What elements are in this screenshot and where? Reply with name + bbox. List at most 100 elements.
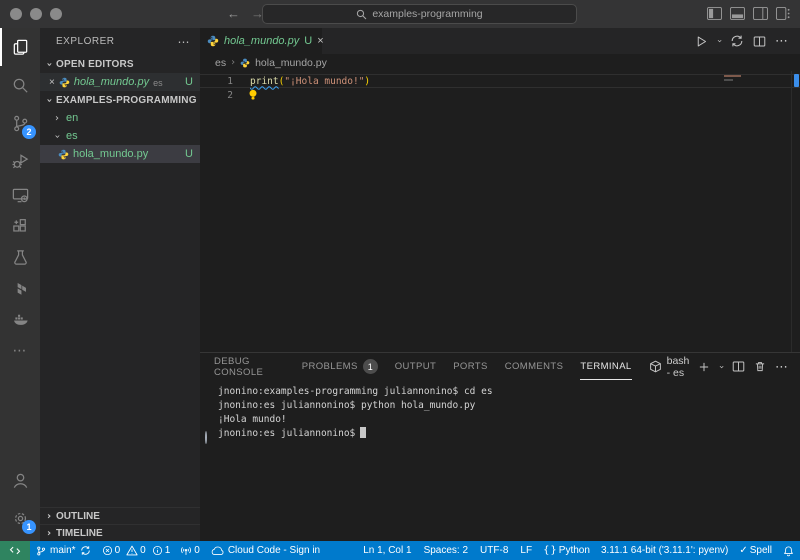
command-success-decoration[interactable]: [205, 399, 218, 403]
toggle-secondary-sidebar-icon[interactable]: [753, 7, 768, 20]
restart-icon[interactable]: [730, 34, 744, 48]
status-bar: main* 0 0 1 0 Cloud Code - Sign in Ln 1,…: [0, 541, 800, 560]
search-view-button[interactable]: [0, 66, 40, 104]
breadcrumb-file[interactable]: hola_mundo.py: [255, 57, 327, 69]
command-success-decoration[interactable]: [205, 385, 218, 389]
open-editors-section-header[interactable]: › OPEN EDITORS: [40, 55, 200, 73]
problems-status[interactable]: 0 0 1: [97, 541, 176, 560]
workspace-section-header[interactable]: › EXAMPLES-PROGRAMMING: [40, 91, 200, 109]
cloud-code-status[interactable]: Cloud Code - Sign in: [205, 541, 326, 560]
tab-comments[interactable]: COMMENTS: [505, 353, 564, 380]
timeline-section-header[interactable]: › TIMELINE: [40, 524, 200, 541]
sync-icon: [80, 545, 91, 556]
tab-debug-console[interactable]: DEBUG CONSOLE: [214, 353, 285, 380]
terminal-line: jnonino:es juliannonino$ python hola_mun…: [205, 399, 800, 413]
back-icon[interactable]: ←: [227, 6, 240, 22]
tab-ports[interactable]: PORTS: [453, 353, 488, 380]
explorer-view-button[interactable]: [0, 28, 40, 66]
new-terminal-icon[interactable]: [698, 361, 710, 373]
chevron-down-icon: ›: [51, 134, 63, 138]
more-views-icon: ⋯: [12, 342, 28, 358]
git-status-untracked: U: [185, 148, 193, 160]
language-mode-status[interactable]: { } Python: [538, 541, 595, 560]
breadcrumb-folder[interactable]: es: [215, 57, 226, 69]
more-actions-icon[interactable]: ⋯: [775, 33, 788, 49]
minimap-code-mark: [724, 75, 741, 77]
activity-bar: 2 ⋯ 1: [0, 28, 40, 541]
customize-layout-icon[interactable]: [776, 7, 791, 20]
tab-output[interactable]: OUTPUT: [395, 353, 436, 380]
tab-hola-mundo[interactable]: hola_mundo.py U ×: [200, 28, 324, 54]
notifications-button[interactable]: [777, 541, 800, 560]
tab-terminal[interactable]: TERMINAL: [580, 353, 632, 380]
open-editor-path: es: [153, 77, 163, 88]
line-number: 1: [227, 75, 233, 87]
forwarded-ports-status[interactable]: 0: [175, 541, 205, 560]
split-terminal-icon[interactable]: [732, 360, 745, 373]
chevron-down-icon: ›: [43, 61, 55, 67]
run-options-chevron-icon[interactable]: ›: [714, 39, 724, 43]
testing-view-button[interactable]: [0, 242, 40, 273]
chevron-right-icon: ›: [55, 112, 59, 124]
beaker-icon: [11, 248, 30, 267]
indentation-status[interactable]: Spaces: 2: [418, 541, 474, 560]
toggle-sidebar-icon[interactable]: [707, 7, 722, 20]
kill-terminal-icon[interactable]: [754, 360, 766, 373]
tree-item-label: hola_mundo.py: [73, 148, 149, 160]
settings-badge: 1: [22, 520, 36, 534]
outline-section-header[interactable]: › OUTLINE: [40, 507, 200, 524]
terminal-output[interactable]: jnonino:examples-programming juliannonin…: [200, 380, 800, 445]
panel-more-actions-icon[interactable]: ⋯: [775, 359, 788, 375]
cursor-position-status[interactable]: Ln 1, Col 1: [357, 541, 417, 560]
run-debug-view-button[interactable]: [0, 142, 40, 180]
extensions-view-button[interactable]: [0, 211, 40, 242]
close-button[interactable]: [10, 8, 22, 20]
warning-icon: [126, 545, 138, 556]
docker-icon: [11, 310, 30, 329]
python-interpreter-status[interactable]: 3.11.1 64-bit ('3.11.1': pyenv): [595, 541, 734, 560]
accounts-button[interactable]: [0, 461, 40, 499]
terminal-picker[interactable]: bash - es: [649, 355, 689, 379]
remote-explorer-view-button[interactable]: [0, 180, 40, 211]
settings-button[interactable]: 1: [0, 499, 40, 537]
editor-tab-bar: hola_mundo.py U × › ⋯: [200, 28, 800, 54]
toggle-panel-icon[interactable]: [730, 7, 745, 20]
tab-problems[interactable]: PROBLEMS 1: [302, 353, 378, 380]
minimize-button[interactable]: [30, 8, 42, 20]
title-bar: ← → examples-programming: [0, 0, 800, 28]
source-control-view-button[interactable]: 2: [0, 104, 40, 142]
lightbulb-icon[interactable]: [248, 89, 258, 101]
chevron-right-icon: ›: [46, 510, 52, 522]
split-editor-icon[interactable]: [753, 35, 766, 48]
history-nav: ← →: [227, 6, 264, 22]
zoom-button[interactable]: [50, 8, 62, 20]
info-icon: [152, 545, 163, 556]
command-pending-decoration[interactable]: [205, 427, 218, 445]
spell-checker-status[interactable]: ✓ Spell: [734, 541, 777, 560]
editor-actions: › ⋯: [695, 28, 800, 54]
terminal-cursor: [360, 427, 367, 438]
terraform-view-button[interactable]: [0, 273, 40, 304]
search-icon: [11, 76, 30, 95]
eol-status[interactable]: LF: [514, 541, 538, 560]
close-icon[interactable]: ×: [317, 35, 323, 47]
terminal-profiles-chevron-icon[interactable]: ›: [716, 365, 726, 369]
encoding-status[interactable]: UTF-8: [474, 541, 514, 560]
additional-views-button[interactable]: ⋯: [0, 335, 40, 366]
explorer-more-actions-icon[interactable]: ⋯: [178, 35, 191, 49]
open-editor-item[interactable]: × hola_mundo.py es U: [40, 73, 200, 91]
tree-item-folder-es[interactable]: › es: [40, 127, 200, 145]
run-python-file-button[interactable]: [695, 35, 708, 48]
close-icon[interactable]: ×: [49, 77, 55, 88]
minimap[interactable]: [721, 71, 792, 352]
remote-indicator[interactable]: [0, 541, 30, 560]
bottom-panel: DEBUG CONSOLE PROBLEMS 1 OUTPUT PORTS CO…: [200, 352, 800, 541]
tree-item-file-hola-mundo[interactable]: hola_mundo.py U: [40, 145, 200, 163]
breadcrumb: es › hola_mundo.py: [200, 54, 800, 71]
tree-item-folder-en[interactable]: › en: [40, 109, 200, 127]
command-center-search[interactable]: examples-programming: [262, 4, 577, 24]
docker-view-button[interactable]: [0, 304, 40, 335]
terraform-icon: [11, 279, 30, 298]
code-editor[interactable]: 1 print("¡Hola mundo!") 2: [200, 71, 800, 352]
git-branch-status[interactable]: main*: [30, 541, 97, 560]
